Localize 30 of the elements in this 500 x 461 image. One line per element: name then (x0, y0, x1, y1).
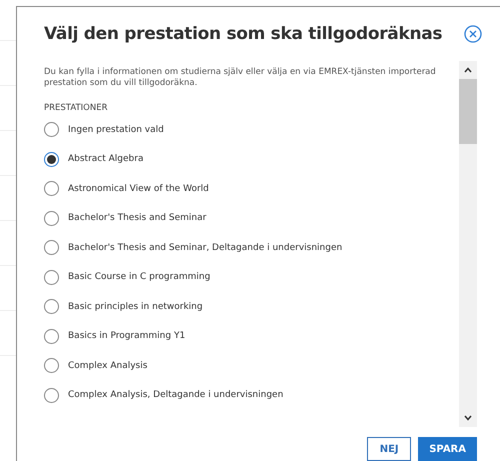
option-label[interactable]: Basics in Programming Y1 (68, 331, 186, 342)
radio-button[interactable] (44, 388, 59, 403)
radio-button[interactable] (44, 240, 59, 256)
scroll-down-icon[interactable] (464, 415, 472, 421)
option-label[interactable]: Ingen prestation vald (68, 124, 164, 135)
radio-button[interactable] (44, 152, 59, 167)
option-label[interactable]: Complex Analysis, Deltagande i undervisningen (68, 390, 284, 400)
dialog-button[interactable]: NEJ (367, 437, 412, 461)
radio-button[interactable] (44, 122, 59, 138)
scroll-up-icon[interactable] (464, 67, 472, 73)
scrollbar-thumb[interactable] (459, 79, 477, 144)
section-label: PRESTATIONER (44, 103, 109, 113)
option-label[interactable]: Bachelor's Thesis and Seminar (68, 213, 206, 224)
radio-button[interactable] (44, 210, 59, 226)
radio-button[interactable] (44, 299, 59, 314)
option-label[interactable]: Abstract Algebra (68, 154, 144, 164)
description-text: Du kan fylla i informationen om studierna själv eller välja en via EMREX-tjänsten importerad prestation som du vill tillgodoräkna. (44, 67, 437, 89)
radio-button[interactable] (44, 358, 59, 374)
option-label[interactable]: Basic principles in networking (68, 302, 203, 312)
dialog-button[interactable]: SPARA (418, 437, 477, 461)
close-icon[interactable] (464, 25, 482, 43)
radio-button[interactable] (44, 181, 59, 196)
radio-button[interactable] (44, 328, 59, 344)
option-label[interactable]: Basic Course in C programming (68, 272, 210, 282)
radio-button[interactable] (44, 270, 59, 285)
dialog-title: Välj den prestation som ska tillgodoräknas (44, 24, 442, 44)
option-label[interactable]: Astronomical View of the World (68, 184, 209, 194)
option-label[interactable]: Complex Analysis (68, 360, 148, 371)
scrollbar[interactable] (459, 61, 477, 427)
option-label[interactable]: Bachelor's Thesis and Seminar, Deltagande i undervisningen (68, 242, 342, 253)
